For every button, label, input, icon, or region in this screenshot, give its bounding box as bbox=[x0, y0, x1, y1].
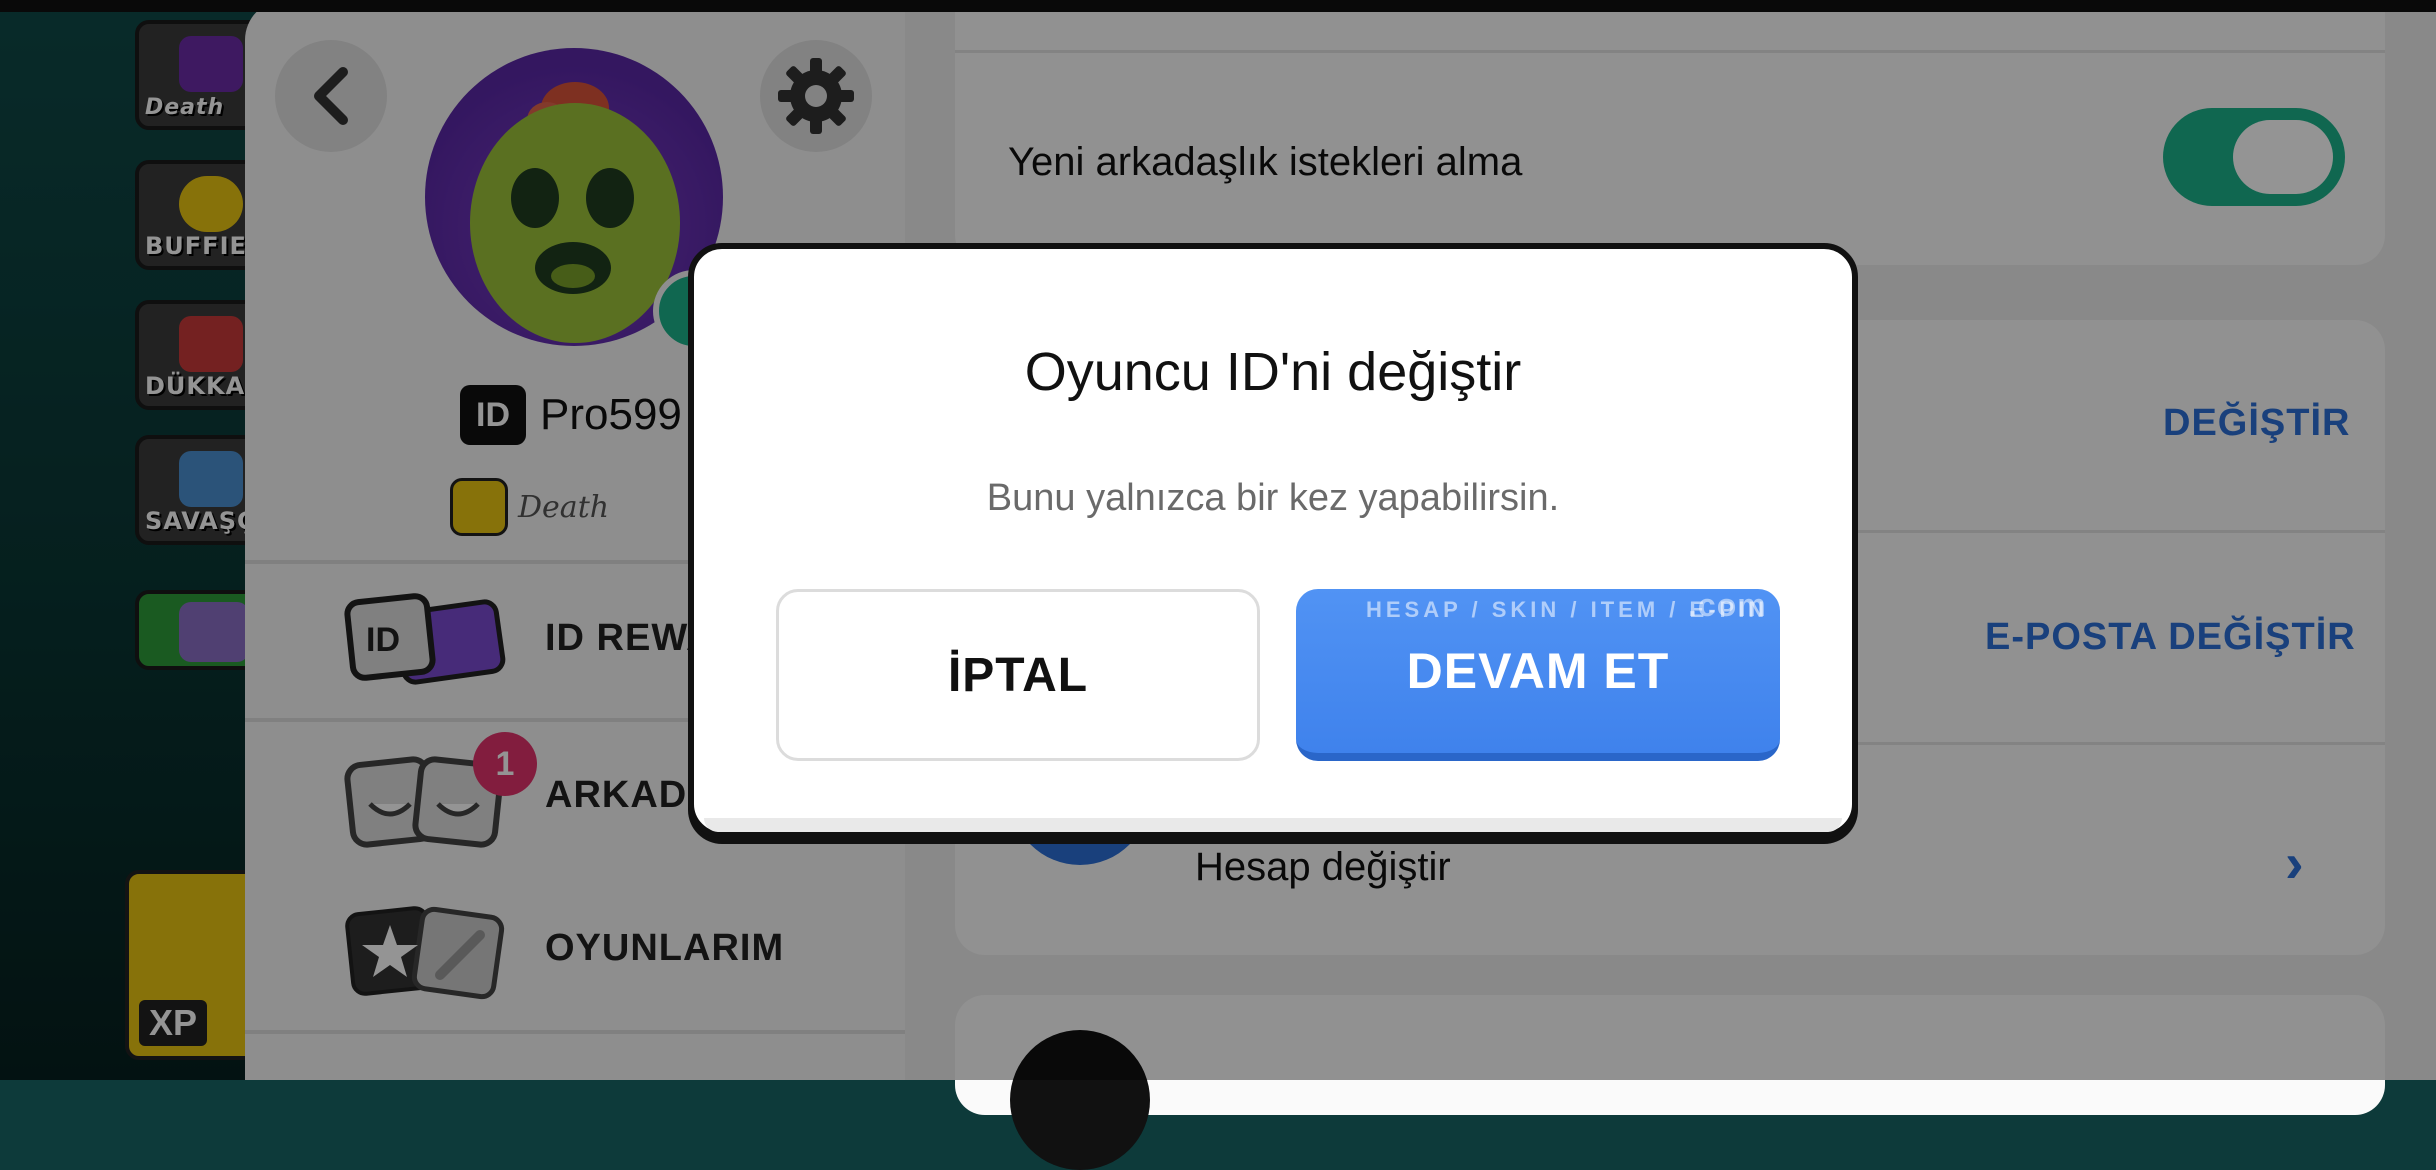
continue-button[interactable]: HESAP / SKIN / ITEM / E-PIN .com DEVAM E… bbox=[1296, 587, 1780, 761]
dialog-title: Oyuncu ID'ni değiştir bbox=[1024, 342, 1522, 402]
change-id-dialog: Oyuncu ID'ni değiştir Bunu yalnızca bir … bbox=[688, 243, 1858, 838]
dialog-subtitle: Bunu yalnızca bir kez yapabilirsin. bbox=[986, 477, 1560, 519]
dialog-bottom-edge bbox=[704, 818, 1842, 832]
continue-label: DEVAM ET bbox=[1406, 643, 1670, 699]
watermark-text: HESAP / SKIN / ITEM / E-PIN bbox=[1366, 597, 1769, 622]
watermark-suffix: .com bbox=[1688, 587, 1767, 623]
cancel-button[interactable]: İPTAL bbox=[776, 589, 1260, 761]
